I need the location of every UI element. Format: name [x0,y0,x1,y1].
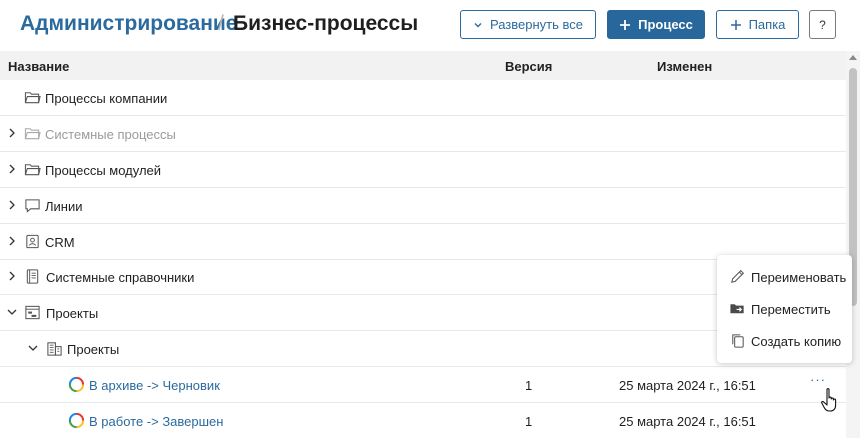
modified-cell: 25 марта 2024 г., 16:51 [619,414,756,429]
menu-item-rename[interactable]: Переименовать [717,261,852,293]
vertical-scrollbar[interactable] [846,51,860,438]
row-label[interactable]: Линии [45,199,83,214]
menu-item-copy[interactable]: Создать копию [717,325,852,357]
help-label: ? [819,17,826,32]
table-row[interactable]: Процессы компании [0,80,846,116]
chevron-right-icon[interactable] [6,199,18,211]
row-context-menu: Переименовать Переместить Создать копию [717,255,852,363]
directory-icon [26,269,39,284]
pencil-icon [731,269,745,283]
breadcrumb-separator: / [218,12,224,35]
project-board-icon [25,305,40,320]
table-header: Название Версия Изменен [0,51,846,80]
hand-pointer-cursor-icon [821,388,837,412]
process-status-icon [68,376,85,393]
menu-item-label: Переместить [751,302,831,317]
row-label[interactable]: Процессы модулей [45,163,161,178]
add-process-label: Процесс [638,17,693,32]
table-row[interactable]: В архиве -> Черновик 1 25 марта 2024 г.,… [0,367,846,403]
menu-item-label: Создать копию [751,334,842,349]
row-actions-button[interactable]: ··· [810,372,826,387]
add-process-button[interactable]: Процесс [607,10,705,39]
breadcrumb-parent-link[interactable]: Администрирование [20,12,237,36]
table-row[interactable]: Линии [0,188,846,224]
modified-cell: 25 марта 2024 г., 16:51 [619,378,756,393]
row-label[interactable]: CRM [45,235,75,250]
chevron-right-icon[interactable] [6,163,18,175]
contact-card-icon [26,234,39,249]
plus-icon [620,19,631,30]
page-title: Бизнес-процессы [233,12,419,35]
add-folder-button[interactable]: Папка [716,10,799,39]
table-row[interactable]: В работе -> Завершен 1 25 марта 2024 г.,… [0,403,846,438]
folder-icon [24,164,41,176]
folder-icon [24,128,41,140]
row-label[interactable]: Проекты [46,306,98,321]
version-cell: 1 [525,378,533,393]
chevron-right-icon[interactable] [6,270,18,282]
chat-icon [25,199,40,213]
row-label[interactable]: Проекты [67,342,119,357]
chevron-down-icon [474,22,482,27]
column-header-version[interactable]: Версия [505,59,552,74]
chevron-right-icon[interactable] [6,235,18,247]
process-status-icon [68,412,85,429]
process-link[interactable]: В архиве -> Черновик [89,378,220,393]
folder-icon [24,92,41,104]
column-header-name[interactable]: Название [8,59,69,74]
version-cell: 1 [525,414,533,429]
table-row[interactable]: Процессы модулей [0,152,846,188]
plus-icon [730,19,741,30]
row-label[interactable]: Процессы компании [45,91,167,106]
chevron-right-icon[interactable] [6,127,18,139]
building-icon [47,342,62,356]
table-row[interactable]: Системные процессы [0,116,846,152]
row-label[interactable]: Системные процессы [45,127,176,142]
add-folder-label: Папка [748,17,786,32]
scroll-up-arrow-icon[interactable] [849,55,857,60]
page-header: Администрирование / Бизнес-процессы Разв… [0,0,860,50]
help-button[interactable]: ? [809,10,836,39]
chevron-down-icon[interactable] [27,342,39,354]
process-link[interactable]: В работе -> Завершен [89,414,223,429]
expand-all-button[interactable]: Развернуть все [460,10,596,39]
menu-item-label: Переименовать [751,270,847,285]
chevron-down-icon[interactable] [6,306,18,318]
menu-item-move[interactable]: Переместить [717,293,852,325]
column-header-modified[interactable]: Изменен [657,59,712,74]
row-label[interactable]: Системные справочники [46,270,194,285]
expand-all-label: Развернуть все [489,17,583,32]
folder-move-icon [730,304,744,314]
copy-icon [732,334,744,348]
